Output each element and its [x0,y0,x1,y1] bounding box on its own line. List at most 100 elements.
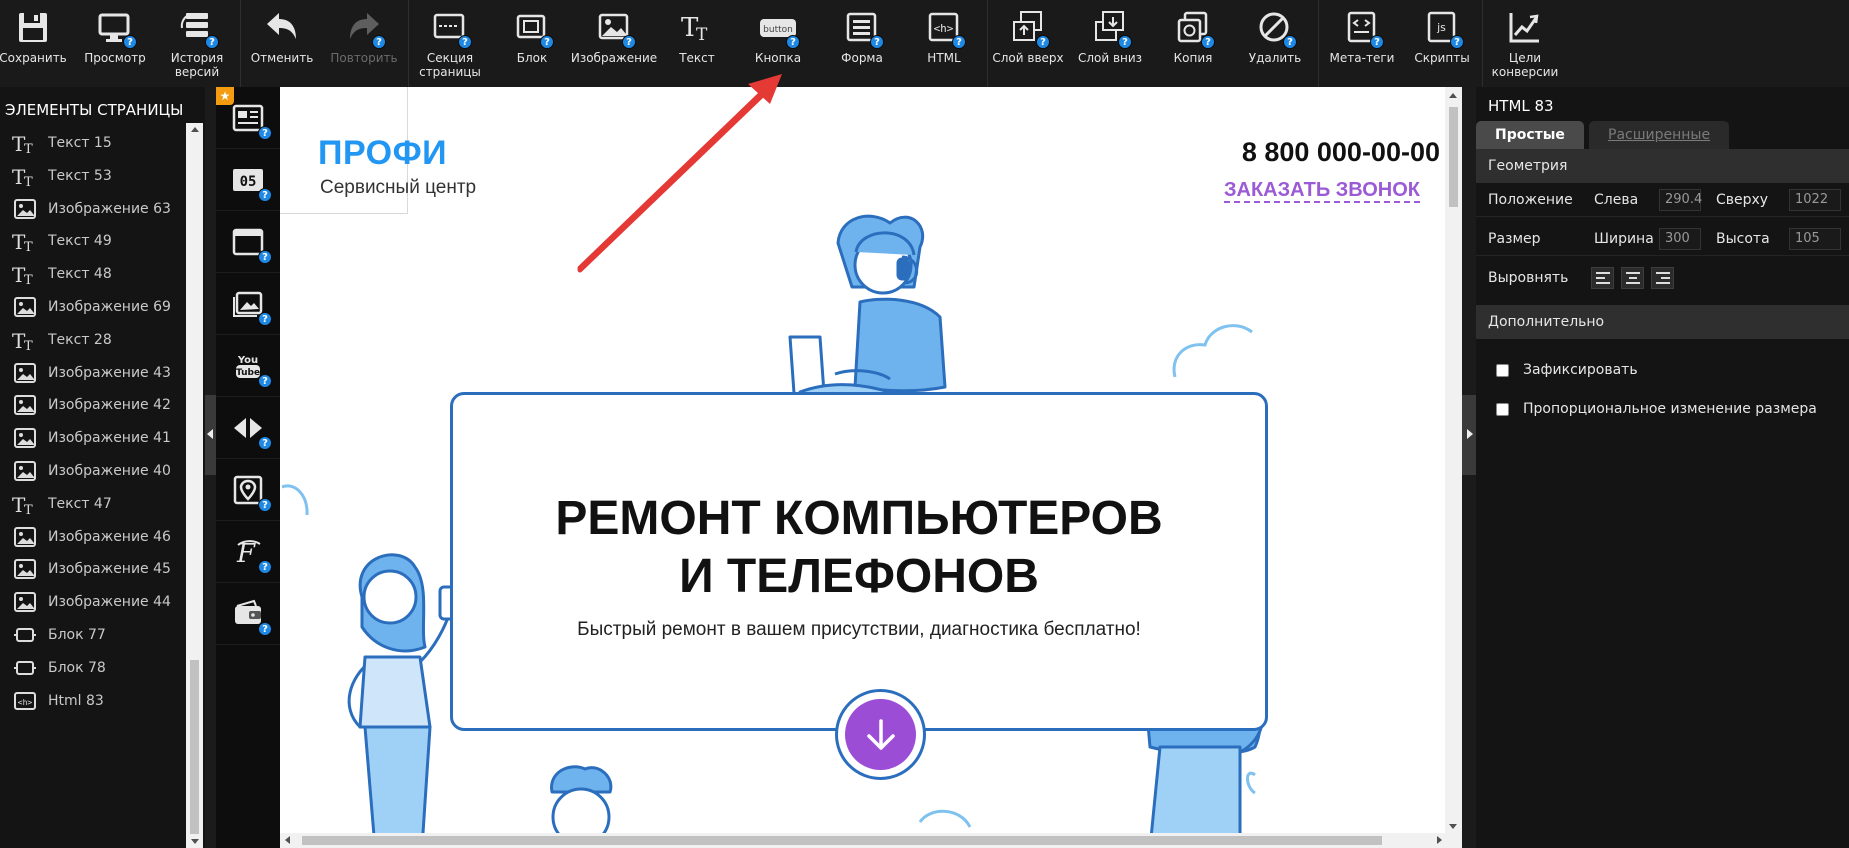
widget-map[interactable]: ? [216,459,280,521]
widget-payment[interactable]: ? [216,583,280,645]
countdown-timer-icon: 05 ? [232,164,272,202]
form-button[interactable]: ? Форма [830,0,894,84]
checkbox-box[interactable] [1496,402,1509,416]
widget-slider[interactable]: ? [216,397,280,459]
scroll-up-arrow-icon[interactable] [191,127,199,132]
button-icon-text: button [763,25,793,35]
scrollbar-thumb[interactable] [1449,107,1458,207]
site-logo[interactable]: ПРОФИ [318,134,447,173]
scroll-right-arrow-icon[interactable] [1437,836,1442,844]
align-center-button[interactable] [1621,267,1644,289]
align-left-button[interactable] [1591,267,1614,289]
widget-popup[interactable]: ? [216,211,280,273]
collapse-left-panel-button[interactable] [205,395,216,475]
wallet-icon: ? [232,598,272,636]
collapse-right-panel-button[interactable] [1462,395,1476,475]
help-badge-icon[interactable]: ? [205,35,219,49]
align-right-button[interactable] [1651,267,1674,289]
text-button[interactable]: TT Текст [665,0,729,84]
width-input[interactable]: 300 [1659,228,1701,250]
help-badge-icon[interactable]: ? [258,125,272,140]
help-badge-icon[interactable]: ? [1201,35,1215,49]
help-badge-icon[interactable]: ? [258,187,272,202]
delete-button[interactable]: ? Удалить [1243,0,1307,84]
help-badge-icon[interactable]: ? [258,435,272,450]
width-label: Ширина [1594,231,1654,247]
help-badge-icon[interactable]: ? [458,35,472,49]
top-input[interactable]: 1022 [1789,189,1841,211]
layer-up-button[interactable]: ? Слой вверх [990,0,1066,84]
help-badge-icon[interactable]: ? [258,559,272,574]
help-badge-icon[interactable]: ? [258,621,272,636]
hero-card: РЕМОНТ КОМПЬЮТЕРОВ И ТЕЛЕФОНОВ Быстрый р… [450,392,1268,731]
canvas-horizontal-scrollbar[interactable] [280,833,1462,848]
button-tool-button[interactable]: button ? Кнопка [746,0,810,84]
scroll-up-arrow-icon[interactable] [1449,93,1457,98]
undo-button[interactable]: Отменить [250,0,314,84]
scroll-down-button[interactable] [835,689,926,780]
help-badge-icon[interactable]: ? [258,373,272,388]
widget-gallery[interactable]: ? [216,273,280,335]
help-badge-icon[interactable]: ? [258,497,272,512]
help-badge-icon[interactable]: ? [1370,35,1384,49]
tab-advanced[interactable]: Расширенные [1589,121,1730,149]
help-badge-icon[interactable]: ? [622,35,636,49]
logo-subtitle: Сервисный центр [320,177,477,198]
selected-element-name: HTML 83 [1488,97,1554,115]
save-button[interactable]: Сохранить [0,0,67,84]
form-label: Форма [841,51,883,65]
help-badge-icon[interactable]: ? [1118,35,1132,49]
scroll-left-arrow-icon[interactable] [285,836,290,844]
scroll-down-arrow-icon[interactable] [1449,824,1457,829]
conversion-goals-button[interactable]: Цели конверсии [1492,0,1558,84]
widget-content-block[interactable]: ? [216,87,280,149]
help-badge-icon[interactable]: ? [1036,35,1050,49]
order-callback-link[interactable]: ЗАКАЗАТЬ ЗВОНОК [1224,179,1420,203]
help-badge-icon[interactable]: ? [1450,35,1464,49]
help-badge-icon[interactable]: ? [372,35,386,49]
layer-up-icon: ? [1010,10,1050,49]
block-button[interactable]: ? Блок [500,0,564,84]
layer-down-icon: ? [1092,10,1132,49]
page-canvas[interactable]: ПРОФИ Сервисный центр 8 800 000-00-00 ЗА… [280,87,1445,848]
help-badge-icon[interactable]: ? [123,35,137,49]
scripts-button[interactable]: js ? Скрипты [1409,0,1475,84]
copy-button[interactable]: ? Копия [1161,0,1225,84]
help-badge-icon[interactable]: ? [786,35,800,49]
meta-tags-button[interactable]: ? Мета-теги [1325,0,1399,84]
help-badge-icon[interactable]: ? [258,249,272,264]
image-button[interactable]: ? Изображение [571,0,657,84]
help-badge-icon[interactable]: ? [952,35,966,49]
preview-button[interactable]: ? Просмотр [81,0,149,84]
tab-simple[interactable]: Простые [1476,121,1584,149]
timer-icon-text: 05 [240,174,257,190]
layer-down-button[interactable]: ? Слой вниз [1074,0,1146,84]
left-input[interactable]: 290.4 [1659,189,1702,211]
page-section-button[interactable]: ? Секция страницы [416,0,484,84]
properties-tabs: Простые Расширенные [1476,121,1849,149]
version-history-button[interactable]: ? История версий [163,0,231,84]
fix-position-label: Зафиксировать [1523,362,1638,378]
scroll-down-arrow-icon[interactable] [191,839,199,844]
help-badge-icon[interactable]: ? [870,35,884,49]
widget-video[interactable]: You Tube ? [216,335,280,397]
scrollbar-thumb[interactable] [302,836,1382,845]
image-icon: ? [596,10,636,49]
checkbox-box[interactable] [1496,363,1509,377]
widget-timer[interactable]: 05 ? [216,149,280,211]
element-list-item[interactable]: <h> Html 83 [0,682,186,720]
proportional-resize-checkbox[interactable]: Пропорциональное изменение размера [1496,401,1817,417]
help-badge-icon[interactable]: ? [540,35,554,49]
help-badge-icon[interactable]: ? [1283,35,1297,49]
elements-scrollbar[interactable] [186,123,203,848]
height-input[interactable]: 105 [1789,228,1841,250]
html-button[interactable]: <h> ? HTML [912,0,976,84]
scrollbar-thumb[interactable] [190,660,199,834]
youtube-icon: You Tube ? [232,350,272,388]
fix-position-checkbox[interactable]: Зафиксировать [1496,362,1638,378]
canvas-vertical-scrollbar[interactable] [1445,87,1462,833]
help-badge-icon[interactable]: ? [258,311,272,326]
widget-font[interactable]: F ? [216,521,280,583]
properties-panel: HTML 83 Простые Расширенные Геометрия По… [1476,87,1849,848]
redo-button[interactable]: ? Повторить [329,0,399,84]
